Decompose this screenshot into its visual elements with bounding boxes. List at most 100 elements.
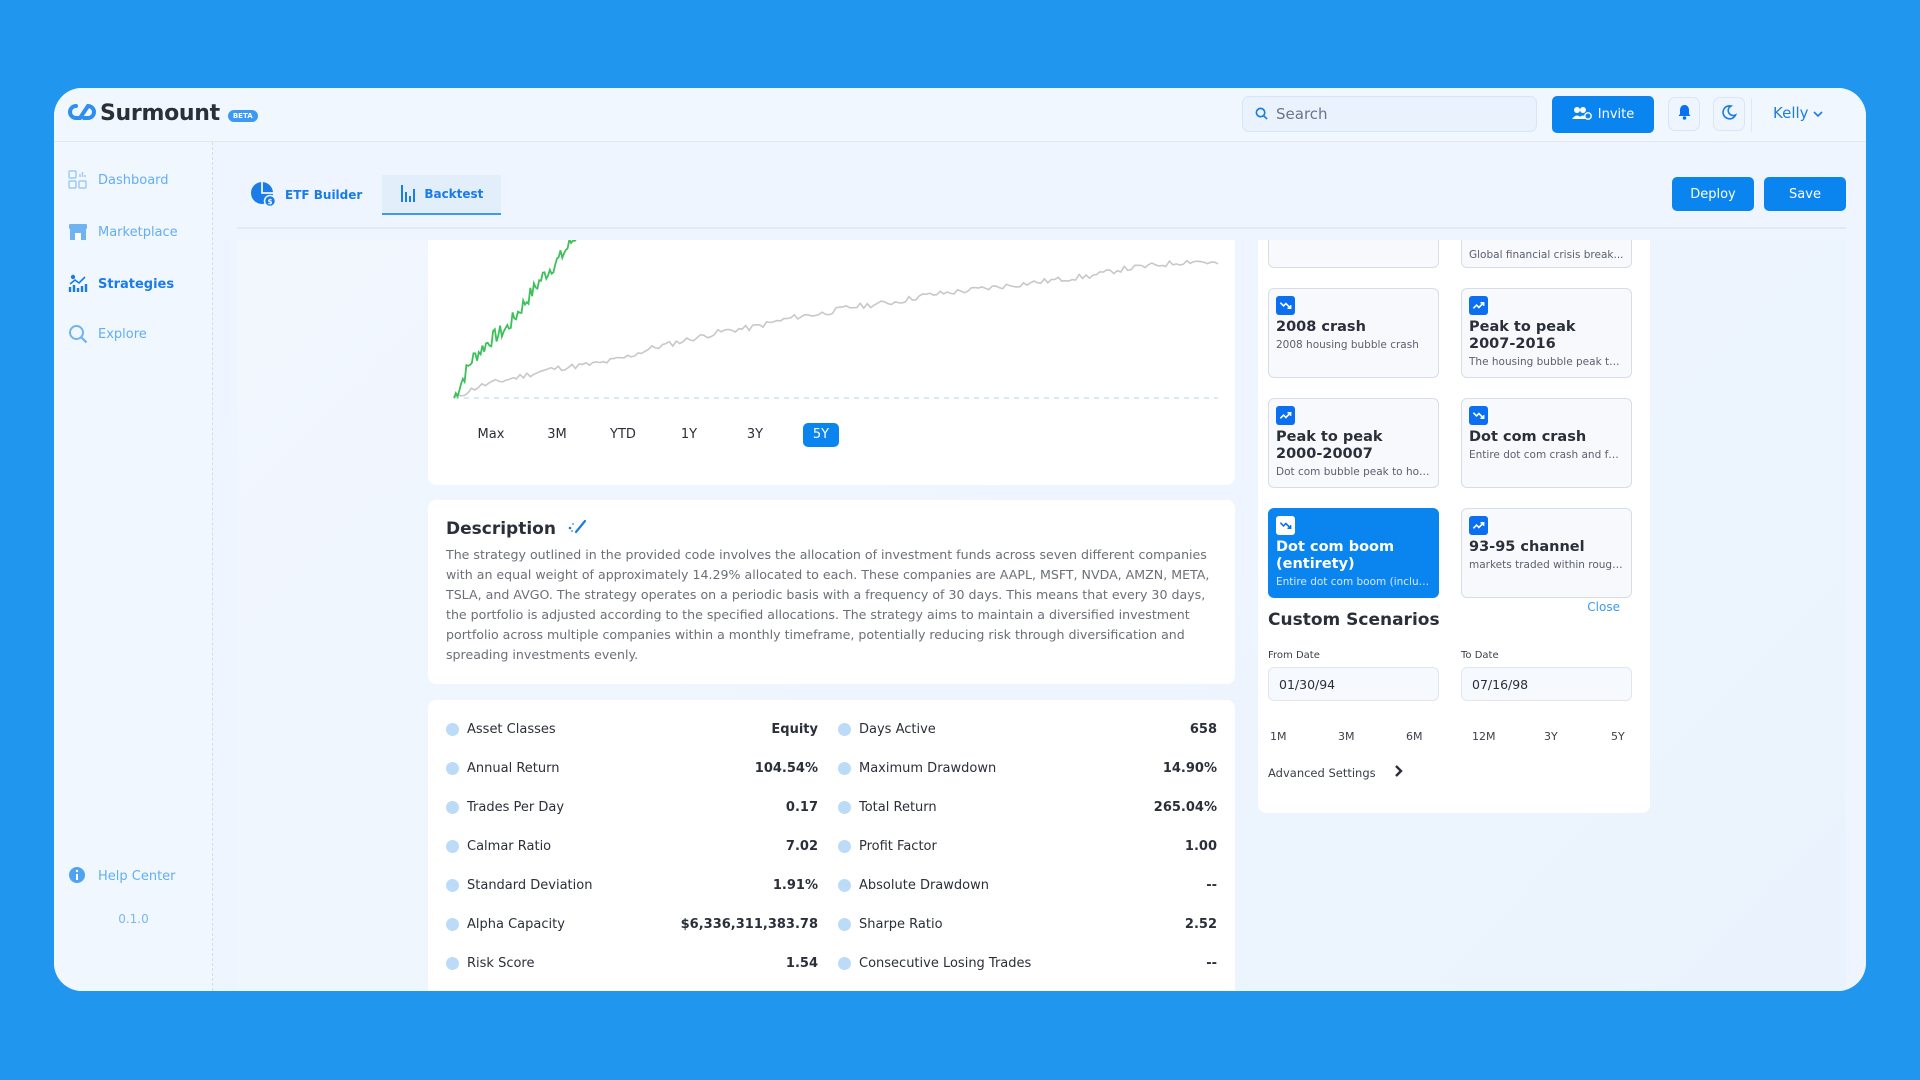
info-icon[interactable] [838,762,851,775]
stat-row: Profit Factor [838,839,937,854]
info-icon[interactable] [838,879,851,892]
scenario-card[interactable] [1268,240,1439,268]
deploy-button[interactable]: Deploy [1672,177,1754,211]
help-center-link[interactable]: Help Center [68,866,176,886]
search-box[interactable] [1242,96,1537,132]
quick-range-5y[interactable]: 5Y [1611,730,1625,743]
scenario-description: Dot com bubble peak to hou... [1276,466,1431,478]
range-max[interactable]: Max [458,423,524,447]
backtest-content[interactable]: Max 3M YTD 1Y 3Y 5Y Description The stra… [237,240,1846,991]
theme-toggle-button[interactable] [1713,97,1745,131]
scenario-card[interactable]: Peak to peak 2007-2016 The housing bubble… [1461,288,1632,378]
stat-value: 265.04% [1153,800,1217,815]
scenario-title: 93-95 channel [1469,539,1585,555]
custom-scenarios-title: Custom Scenarios [1268,610,1440,630]
range-3m[interactable]: 3M [524,423,590,447]
info-icon[interactable] [838,918,851,931]
scenario-title: 2008 crash [1276,319,1366,335]
info-icon[interactable] [838,801,851,814]
info-icon[interactable] [446,762,459,775]
store-icon [68,222,88,242]
stat-label: Maximum Drawdown [859,761,997,776]
stat-value: $6,336,311,383.78 [680,917,818,932]
pie-chart-dollar-icon: $ [249,180,277,211]
scenario-title: Dot com boom (entirety) [1276,539,1395,572]
quick-range-1m[interactable]: 1M [1270,730,1287,743]
stat-value: -- [1206,956,1217,971]
info-icon [68,866,88,886]
logo[interactable]: Surmount BETA [68,101,258,126]
stat-row: Days Active [838,722,936,737]
info-icon[interactable] [446,918,459,931]
search-input[interactable] [1276,105,1516,123]
stat-row: Risk Score [446,956,535,971]
scenario-card[interactable]: Peak to peak 2000-20007 Dot com bubble pe… [1268,398,1439,488]
info-icon[interactable] [838,957,851,970]
sidebar-item-marketplace[interactable]: Marketplace [68,222,178,242]
info-icon[interactable] [446,801,459,814]
stat-row: Alpha Capacity [446,917,565,932]
stat-row: Trades Per Day [446,800,564,815]
ai-sparkle-pen-icon[interactable] [566,518,588,539]
trend-up-icon [1276,406,1295,425]
tab-backtest[interactable]: Backtest [382,175,502,215]
trend-down-icon [1469,406,1488,425]
trend-up-icon [1469,516,1488,535]
benchmark-series-line [453,259,1219,399]
description-header: Description [446,518,1217,539]
close-link[interactable]: Close [1587,600,1620,614]
chevron-down-icon [1812,104,1823,122]
to-date-input[interactable] [1461,667,1632,701]
info-icon[interactable] [446,957,459,970]
stat-row: Standard Deviation [446,878,592,893]
info-icon[interactable] [838,840,851,853]
quick-range-6m[interactable]: 6M [1406,730,1423,743]
scenario-card[interactable]: 93-95 channel markets traded within rough… [1461,508,1632,598]
scenario-card[interactable]: Dot com crash Entire dot com crash and fo… [1461,398,1632,488]
search-icon [68,324,88,344]
notifications-button[interactable] [1668,97,1700,131]
performance-chart[interactable] [446,240,1226,405]
range-ytd[interactable]: YTD [590,423,656,447]
tab-etf-builder[interactable]: $ ETF Builder [237,175,374,215]
advanced-settings-toggle[interactable]: Advanced Settings [1268,764,1403,781]
range-5y[interactable]: 5Y [803,423,839,447]
stat-value: 1.91% [772,878,818,893]
info-icon[interactable] [446,840,459,853]
info-icon[interactable] [838,723,851,736]
bell-icon [1678,104,1691,124]
stat-row: Maximum Drawdown [838,761,996,776]
tabs-divider [237,227,1846,229]
description-card: Description The strategy outlined in the… [428,500,1235,684]
range-3y[interactable]: 3Y [722,423,788,447]
trend-up-icon [1469,296,1488,315]
info-icon[interactable] [446,879,459,892]
user-menu[interactable]: Kelly [1773,104,1823,122]
sidebar-item-strategies[interactable]: Strategies [68,274,174,294]
stat-value: 0.17 [785,800,818,815]
sidebar-item-dashboard[interactable]: Dashboard [68,170,169,190]
scenario-title: Dot com crash [1469,429,1587,445]
scenario-card[interactable]: Dot com boom (entirety) Entire dot com bo… [1268,508,1439,598]
chevron-right-icon [1394,764,1403,781]
info-icon[interactable] [446,723,459,736]
scenario-card[interactable]: Global financial crisis break... [1461,240,1632,268]
invite-label: Invite [1597,107,1635,122]
tab-label: Backtest [424,187,484,201]
from-date-input[interactable] [1268,667,1439,701]
stat-label: Alpha Capacity [467,917,565,932]
stat-label: Profit Factor [859,839,937,854]
quick-range-3y[interactable]: 3Y [1544,730,1558,743]
stat-label: Absolute Drawdown [859,878,989,893]
quick-range-12m[interactable]: 12M [1472,730,1496,743]
stat-label: Calmar Ratio [467,839,552,854]
sidebar-item-explore[interactable]: Explore [68,324,147,344]
save-button[interactable]: Save [1764,177,1846,211]
beta-badge: BETA [227,109,258,122]
scenario-card[interactable]: 2008 crash 2008 housing bubble crash [1268,288,1439,378]
scenario-description: The housing bubble peak to ... [1469,356,1624,368]
invite-button[interactable]: Invite [1552,96,1654,133]
quick-range-3m[interactable]: 3M [1338,730,1355,743]
range-1y[interactable]: 1Y [656,423,722,447]
stat-value: 7.02 [785,839,818,854]
